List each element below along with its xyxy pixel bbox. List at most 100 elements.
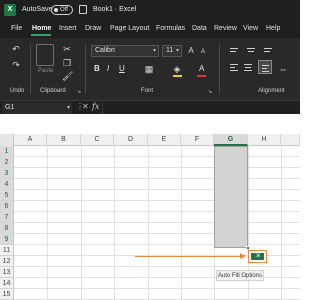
align-top-icon[interactable] [230,48,238,49]
insert-function-icon[interactable]: fx [92,102,99,111]
align-bottom-icon-line [264,51,270,52]
row-header-14[interactable]: 14 [0,278,14,289]
row-header-4[interactable]: 4 [0,179,14,190]
formula-input[interactable] [102,102,300,114]
row-header-13[interactable]: 13 [0,267,14,278]
grid-line [14,288,300,289]
row-header-3[interactable]: 3 [0,168,14,179]
column-header-c[interactable]: C [81,134,114,146]
font-launcher-icon[interactable]: ↘ [207,87,213,97]
paste-icon[interactable] [36,44,54,66]
wrap-text-icon[interactable] [258,60,272,74]
grid-line [14,222,300,223]
align-left-icon-line [230,70,238,71]
font-color-swatch [197,75,206,77]
align-left-icon[interactable] [230,64,238,65]
row-header-9[interactable]: 9 [0,234,14,245]
align-center-icon-line [244,70,252,71]
auto-fill-options-button[interactable]: ⇲ [248,250,267,263]
row-header-8[interactable]: 8 [0,223,14,234]
autosave-toggle[interactable]: Off [51,5,73,15]
column-header-blank[interactable] [281,134,300,146]
column-header-h[interactable]: H [248,134,281,146]
underline-button[interactable]: U [119,64,125,73]
title-bar: X AutoSave Off Book1 · Excel [0,0,300,20]
font-name-value: Calibri [95,47,115,54]
wrap-line [262,65,269,66]
bold-button[interactable]: B [94,64,100,73]
redo-icon[interactable]: ↷ [10,60,22,70]
separator [219,44,220,94]
tab-draw[interactable]: Draw [85,25,101,32]
column-header-g[interactable]: G [214,134,248,146]
column-header-e[interactable]: E [148,134,181,146]
font-size-value: 11 [166,47,174,54]
tab-view[interactable]: View [243,25,258,32]
formula-bar: G1 ▾ ⋮ ✕ ✓ fx [0,100,300,114]
format-painter-icon[interactable]: 🖌 [62,71,73,81]
toggle-knob-icon [54,8,58,12]
row-header-7[interactable]: 7 [0,212,14,223]
annotation-arrowhead [240,253,246,259]
decrease-font-icon[interactable]: A [198,47,208,57]
font-size-select[interactable]: 11 ▾ [162,45,182,57]
grid-line [14,244,300,245]
undo-icon[interactable]: ↶ [10,44,22,54]
tab-review[interactable]: Review [214,25,237,32]
annotation-arrow [135,256,243,257]
tab-help[interactable]: Help [266,25,280,32]
autosave-label: AutoSave [22,6,53,13]
grid-line [14,200,300,201]
font-color-button[interactable]: A [199,64,204,73]
merge-center-icon[interactable]: ⇔ [278,64,288,74]
increase-font-icon[interactable]: A [186,46,196,56]
group-label-font: Font [141,88,154,94]
row-header-6[interactable]: 6 [0,201,14,212]
tab-home[interactable]: Home [32,25,51,32]
cut-icon[interactable]: ✂ [62,44,72,54]
cancel-icon[interactable]: ✕ [82,102,89,111]
clipboard-launcher-icon[interactable]: ↘ [76,87,82,97]
name-box-value: G1 [5,104,15,111]
tab-file[interactable]: File [11,25,22,32]
grid-line [14,189,300,190]
tab-data[interactable]: Data [192,25,207,32]
grid-line [14,266,300,267]
separator [30,44,31,94]
row-header-11[interactable]: 11 [0,245,14,256]
column-header-a[interactable]: A [14,134,47,146]
align-bottom-icon[interactable] [264,48,272,49]
chevron-down-icon: ▾ [66,105,70,111]
tab-formulas[interactable]: Formulas [156,25,185,32]
column-header-b[interactable]: B [47,134,81,146]
tab-insert[interactable]: Insert [59,25,77,32]
row-header-12[interactable]: 12 [0,256,14,267]
fill-color-icon[interactable]: ◈ [172,64,182,74]
selected-range[interactable] [214,146,248,248]
align-middle-icon[interactable] [247,48,255,49]
row-header-5[interactable]: 5 [0,190,14,201]
wrap-line [262,68,267,69]
column-header-d[interactable]: D [114,134,148,146]
grid-line [14,178,300,179]
borders-icon[interactable]: ▦ [144,64,154,74]
copy-icon[interactable]: ❐ [62,58,72,68]
row-header-15[interactable]: 15 [0,289,14,300]
document-title: Book1 · Excel [93,6,137,13]
grid-line [14,156,300,157]
align-center-icon[interactable] [244,64,252,65]
align-middle-icon-line [248,51,254,52]
font-name-select[interactable]: Calibri ▾ [91,45,159,57]
align-top-icon-line [230,51,236,52]
paste-button-label: Paste [38,68,54,74]
save-icon[interactable] [79,5,87,14]
row-header-1[interactable]: 1 [0,146,14,157]
italic-button[interactable]: I [107,64,109,73]
align-center-icon-line [245,67,251,68]
group-label-undo: Undo [10,88,25,94]
column-header-f[interactable]: F [181,134,214,146]
auto-fill-tooltip: Auto Fill Options [216,270,264,281]
name-box[interactable]: G1 ▾ [2,102,72,114]
tab-page-layout[interactable]: Page Layout [110,25,149,32]
row-header-2[interactable]: 2 [0,157,14,168]
